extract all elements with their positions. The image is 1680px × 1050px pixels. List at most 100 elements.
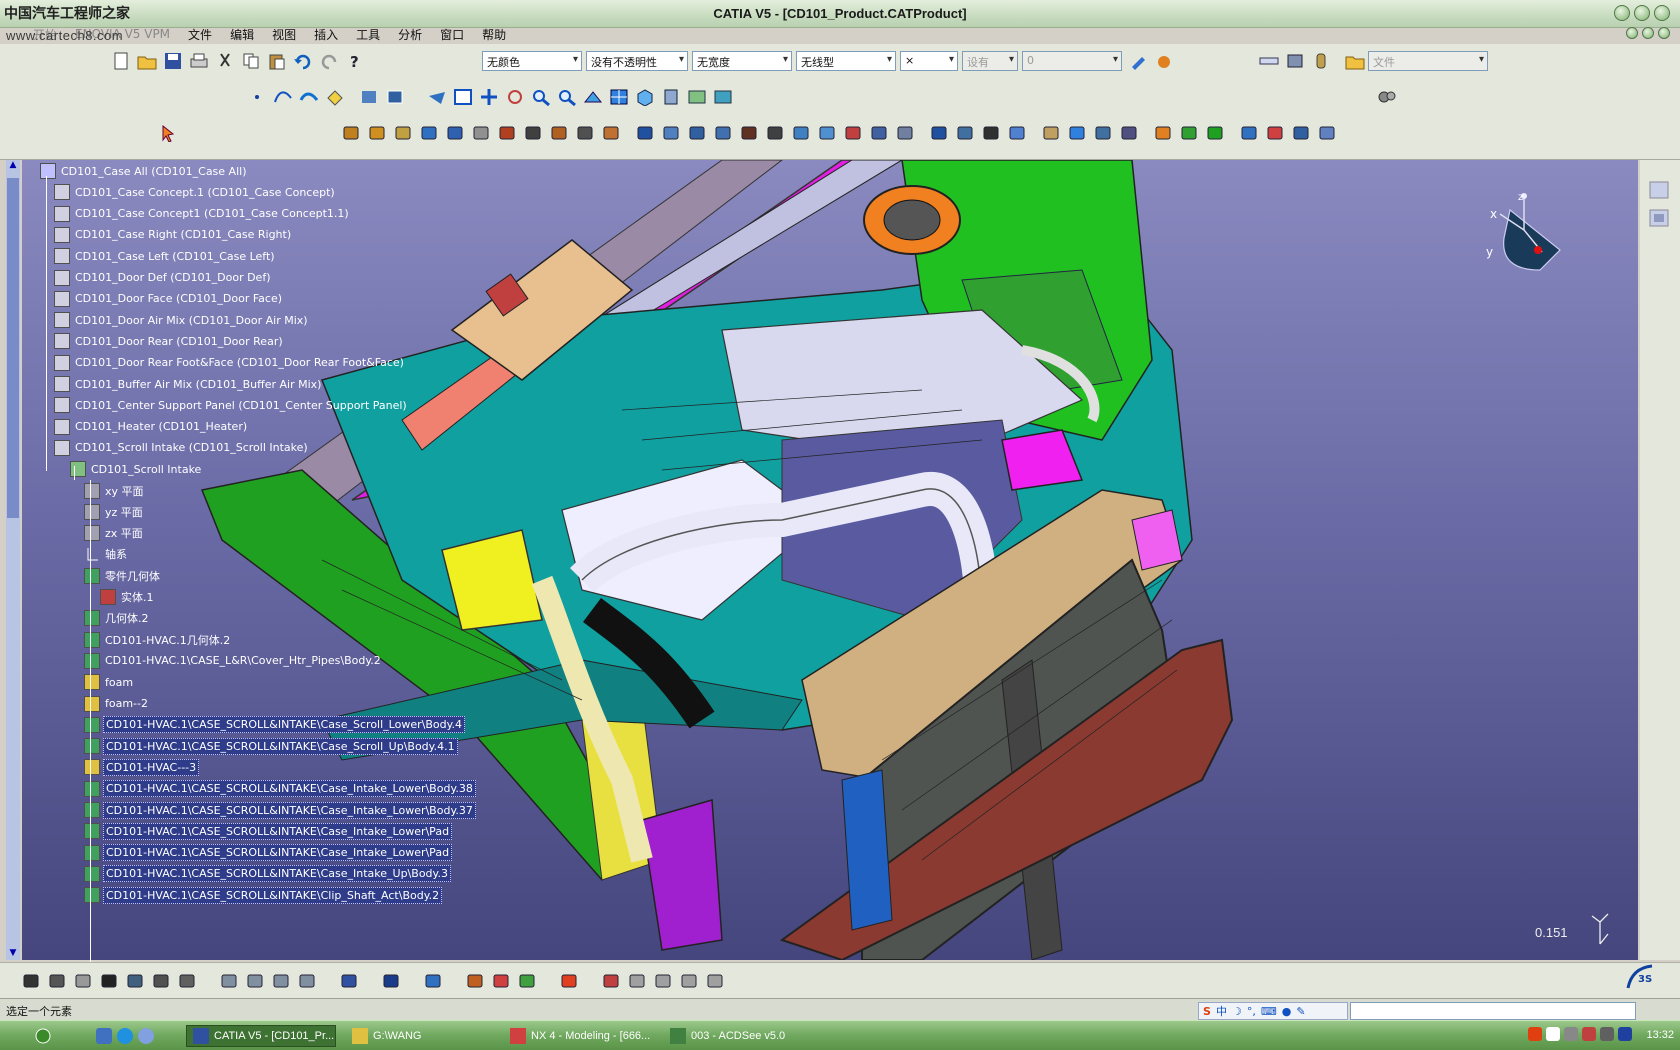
point-icon[interactable]	[246, 86, 268, 108]
tree-node[interactable]: CD101-HVAC.1\CASE_SCROLL&INTAKE\Case_Scr…	[84, 716, 466, 734]
bottom-tool-icon[interactable]	[490, 970, 512, 992]
taskbar-button[interactable]: NX 4 - Modeling - [666...	[504, 1025, 654, 1047]
product-tool-icon[interactable]	[1178, 122, 1200, 144]
print-icon[interactable]	[188, 50, 210, 72]
command-input[interactable]	[1350, 1002, 1636, 1020]
bottom-tool-icon[interactable]	[46, 970, 68, 992]
iso-view-icon[interactable]	[634, 86, 656, 108]
taskbar-button[interactable]: CATIA V5 - [CD101_Pr...	[186, 1025, 336, 1047]
product-tool-icon[interactable]	[928, 122, 950, 144]
tree-node[interactable]: CD101_Heater (CD101_Heater)	[54, 418, 249, 436]
scroll-down-icon[interactable]: ▼	[7, 948, 19, 960]
start-icon[interactable]	[34, 1027, 52, 1045]
bottom-tool-icon[interactable]	[652, 970, 674, 992]
tree-node[interactable]: CD101_Case Concept1 (CD101_Case Concept1…	[54, 205, 351, 223]
cut-icon[interactable]	[214, 50, 236, 72]
open-folder-icon[interactable]	[136, 50, 158, 72]
product-tool-icon[interactable]	[470, 122, 492, 144]
fit-all-icon[interactable]	[452, 86, 474, 108]
redo-icon[interactable]	[318, 50, 340, 72]
moon-icon[interactable]: ☽	[1232, 1005, 1242, 1018]
tree-node[interactable]: foam	[84, 673, 135, 691]
product-tool-icon[interactable]	[816, 122, 838, 144]
product-tool-icon[interactable]	[1092, 122, 1114, 144]
tree-node[interactable]: CD101-HVAC.1\CASE_SCROLL&INTAKE\Case_Int…	[84, 844, 453, 862]
tree-node[interactable]: CD101_Case Left (CD101_Case Left)	[54, 247, 277, 265]
bottom-tool-icon[interactable]	[422, 970, 444, 992]
value-combo[interactable]: 0	[1022, 51, 1122, 71]
media-icon[interactable]	[138, 1028, 154, 1044]
bottom-tool-icon[interactable]	[296, 970, 318, 992]
surface-icon[interactable]	[298, 86, 320, 108]
bottom-tool-icon[interactable]	[270, 970, 292, 992]
tree-node[interactable]: CD101_Door Face (CD101_Door Face)	[54, 290, 284, 308]
product-tool-icon[interactable]	[1066, 122, 1088, 144]
product-tool-icon[interactable]	[574, 122, 596, 144]
zoom-in-icon[interactable]	[530, 86, 552, 108]
bottom-tool-icon[interactable]	[338, 970, 360, 992]
new-file-icon[interactable]	[110, 50, 132, 72]
tray-app-icon[interactable]	[1618, 1027, 1632, 1041]
measure-between-icon[interactable]	[1258, 50, 1280, 72]
tree-node[interactable]: CD101_Door Rear (CD101_Door Rear)	[54, 332, 285, 350]
tray-help-icon[interactable]	[1546, 1027, 1560, 1041]
painter-icon[interactable]	[1128, 50, 1150, 72]
product-tool-icon[interactable]	[868, 122, 890, 144]
tray-antivirus-icon[interactable]	[1582, 1027, 1596, 1041]
eraser-icon[interactable]	[324, 86, 346, 108]
tree-node[interactable]: CD101-HVAC.1\CASE_SCROLL&INTAKE\Case_Int…	[84, 865, 451, 883]
tree-node[interactable]: CD101-HVAC.1\CASE_L&R\Cover_Htr_Pipes\Bo…	[84, 652, 383, 670]
select-arrow-icon[interactable]	[158, 122, 180, 144]
doc-minimize-button[interactable]	[1626, 27, 1638, 39]
tree-node[interactable]: foam--2	[84, 695, 150, 713]
product-tool-icon[interactable]	[634, 122, 656, 144]
tree-node[interactable]: CD101_Scroll Intake	[70, 460, 203, 478]
zoom-out-icon[interactable]	[556, 86, 578, 108]
hide-icon[interactable]	[686, 86, 708, 108]
bottom-tool-icon[interactable]	[244, 970, 266, 992]
shading-icon[interactable]	[660, 86, 682, 108]
product-tool-icon[interactable]	[686, 122, 708, 144]
paste-icon[interactable]	[266, 50, 288, 72]
bottom-tool-icon[interactable]	[218, 970, 240, 992]
product-tool-icon[interactable]	[954, 122, 976, 144]
copy-icon[interactable]	[240, 50, 262, 72]
product-tool-icon[interactable]	[444, 122, 466, 144]
tree-node[interactable]: CD101_Case All (CD101_Case All)	[40, 162, 248, 180]
product-tool-icon[interactable]	[894, 122, 916, 144]
line-type-combo[interactable]: 无线型	[796, 51, 896, 71]
hide-show-icon[interactable]	[384, 86, 406, 108]
bottom-tool-icon[interactable]	[150, 970, 172, 992]
product-tool-icon[interactable]	[1204, 122, 1226, 144]
compass[interactable]: x y z	[1480, 190, 1580, 290]
line-width-combo[interactable]: 无宽度	[692, 51, 792, 71]
tree-node[interactable]: CD101-HVAC.1几何体.2	[84, 631, 232, 649]
wrench-icon[interactable]: ✎	[1296, 1005, 1305, 1018]
gears-icon[interactable]	[1376, 86, 1398, 108]
scroll-up-icon[interactable]: ▲	[7, 160, 19, 172]
tree-node[interactable]: CD101_Case Concept.1 (CD101_Case Concept…	[54, 183, 337, 201]
ime-toolbar[interactable]: S 中 ☽ °, ⌨ ● ✎	[1198, 1002, 1348, 1020]
menu-item[interactable]: 编辑	[221, 26, 263, 43]
bottom-tool-icon[interactable]	[98, 970, 120, 992]
measure-item-icon[interactable]	[1284, 50, 1306, 72]
ime-mode-label[interactable]: 中	[1216, 1003, 1227, 1019]
product-tool-icon[interactable]	[712, 122, 734, 144]
bottom-tool-icon[interactable]	[72, 970, 94, 992]
product-tool-icon[interactable]	[392, 122, 414, 144]
product-tool-icon[interactable]	[842, 122, 864, 144]
tree-node[interactable]: zx 平面	[84, 524, 145, 542]
product-tool-icon[interactable]	[764, 122, 786, 144]
tree-scrollbar[interactable]: ▲ ▼	[6, 160, 20, 960]
bottom-tool-icon[interactable]	[20, 970, 42, 992]
taskbar-button[interactable]: 003 - ACDSee v5.0	[664, 1025, 814, 1047]
tree-node[interactable]: CD101_Buffer Air Mix (CD101_Buffer Air M…	[54, 375, 323, 393]
sogou-icon[interactable]: S	[1203, 1005, 1211, 1018]
bottom-tool-icon[interactable]	[516, 970, 538, 992]
bottom-tool-icon[interactable]	[600, 970, 622, 992]
close-button[interactable]	[1654, 5, 1670, 21]
tree-node[interactable]: CD101_Scroll Intake (CD101_Scroll Intake…	[54, 439, 310, 457]
desktop-icon[interactable]	[96, 1028, 112, 1044]
product-tool-icon[interactable]	[1152, 122, 1174, 144]
product-tool-icon[interactable]	[1238, 122, 1260, 144]
